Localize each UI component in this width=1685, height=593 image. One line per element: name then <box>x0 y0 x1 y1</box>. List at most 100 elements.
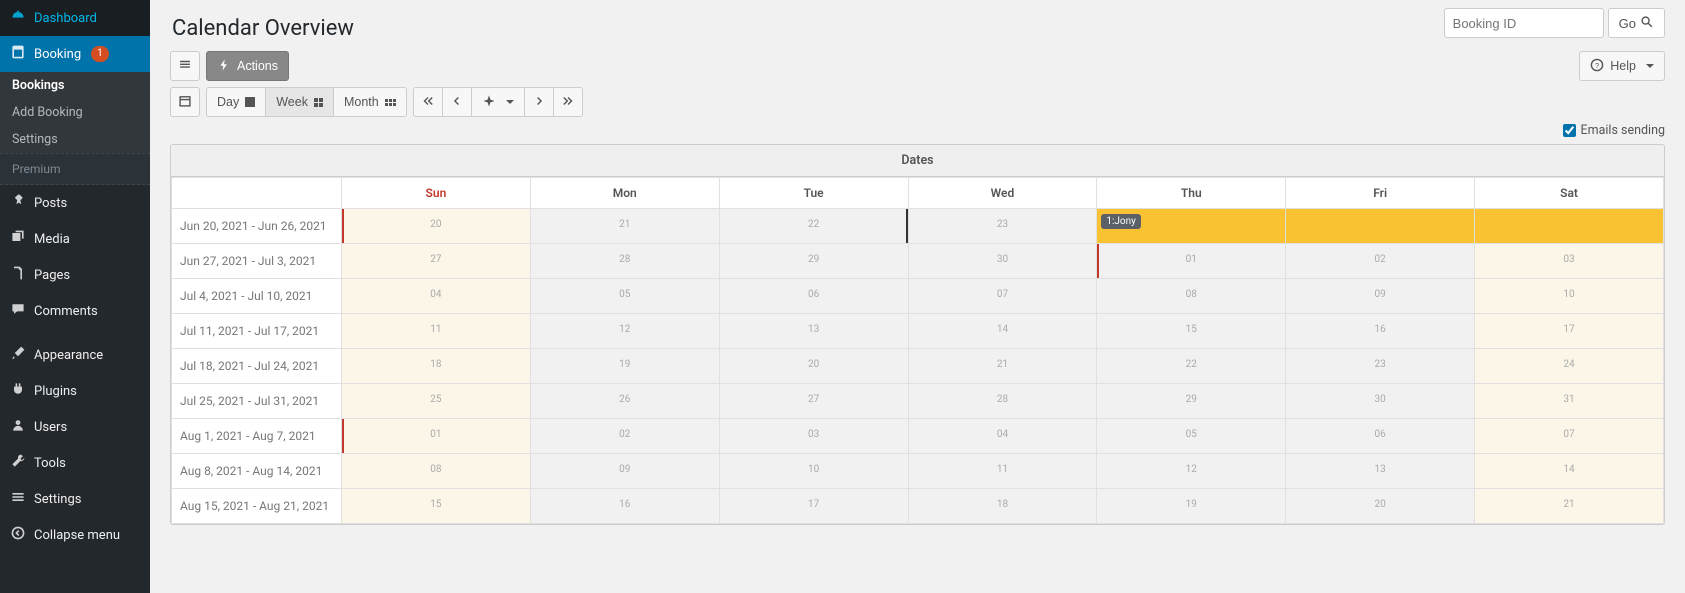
nav-next-button[interactable] <box>524 87 554 117</box>
calendar-day-cell[interactable]: 19 <box>1097 489 1286 524</box>
calendar-day-cell[interactable]: 13 <box>719 314 908 349</box>
help-button[interactable]: ?Help <box>1579 51 1665 81</box>
calendar-day-cell[interactable]: 09 <box>1286 279 1475 314</box>
calendar-day-cell[interactable]: 15 <box>342 489 531 524</box>
view-week-button[interactable]: Week <box>265 87 334 117</box>
calendar-day-cell[interactable]: 10 <box>1475 279 1664 314</box>
calendar-day-cell[interactable]: 13 <box>1286 454 1475 489</box>
sidebar-item-collapse[interactable]: Collapse menu <box>0 517 150 553</box>
sidebar-item-tools[interactable]: Tools <box>0 445 150 481</box>
actions-button[interactable]: Actions <box>206 51 289 81</box>
calendar-day-cell[interactable]: 16 <box>530 489 719 524</box>
sidebar-sub-settings[interactable]: Settings <box>0 126 150 153</box>
view-range-group: Day Week Month <box>206 87 407 117</box>
calendar-day-cell[interactable]: 11 <box>342 314 531 349</box>
calendar-day-cell[interactable]: 21 <box>908 349 1097 384</box>
list-view-button[interactable] <box>170 51 200 81</box>
calendar-day-cell[interactable]: 27 <box>342 244 531 279</box>
calendar-day-cell[interactable]: 09 <box>530 454 719 489</box>
view-month-button[interactable]: Month <box>333 87 407 117</box>
calendar-day-cell[interactable]: 26 <box>530 384 719 419</box>
sidebar-sub-bookings[interactable]: Bookings <box>0 72 150 99</box>
calendar-day-cell[interactable]: 23 <box>908 209 1097 244</box>
calendar-day-cell[interactable]: 12 <box>1097 454 1286 489</box>
calendar-day-cell[interactable]: 20 <box>719 349 908 384</box>
sidebar-item-booking[interactable]: Booking 1 <box>0 36 150 72</box>
calendar-week-row: Jun 27, 2021 - Jul 3, 202127282930010203 <box>172 244 1664 279</box>
calendar-day-cell[interactable]: 14 <box>908 314 1097 349</box>
sidebar-item-plugins[interactable]: Plugins <box>0 373 150 409</box>
sidebar-item-dashboard[interactable]: Dashboard <box>0 0 150 36</box>
calendar-day-cell[interactable]: 1:Jony <box>1097 209 1286 244</box>
calendar-day-cell[interactable]: 05 <box>530 279 719 314</box>
calendar-day-cell[interactable]: 07 <box>908 279 1097 314</box>
calendar-day-cell[interactable]: 01 <box>342 419 531 454</box>
calendar-day-cell[interactable]: 06 <box>1286 419 1475 454</box>
sidebar-item-pages[interactable]: Pages <box>0 257 150 293</box>
calendar-day-cell[interactable]: 18 <box>908 489 1097 524</box>
calendar-day-cell[interactable]: 11 <box>908 454 1097 489</box>
calendar-day-cell[interactable]: 03 <box>1475 244 1664 279</box>
calendar-day-cell[interactable]: 10 <box>719 454 908 489</box>
calendar-day-cell[interactable]: 31 <box>1475 384 1664 419</box>
calendar-day-cell[interactable]: 27 <box>719 384 908 419</box>
sidebar-item-comments[interactable]: Comments <box>0 293 150 329</box>
calendar-day-cell[interactable]: 04 <box>908 419 1097 454</box>
calendar-day-cell[interactable]: 25 <box>342 384 531 419</box>
nav-first-button[interactable] <box>413 87 443 117</box>
calendar-day-cell[interactable]: 16 <box>1286 314 1475 349</box>
booking-id-input[interactable] <box>1444 8 1604 38</box>
nav-last-button[interactable] <box>553 87 583 117</box>
calendar-day-cell[interactable]: 28 <box>908 384 1097 419</box>
calendar-day-cell[interactable]: 30 <box>908 244 1097 279</box>
calendar-day-cell[interactable]: 28 <box>530 244 719 279</box>
emails-sending-checkbox[interactable] <box>1563 124 1576 137</box>
calendar-day-cell[interactable]: 24 <box>1475 349 1664 384</box>
booking-pill[interactable]: 1:Jony <box>1101 214 1141 229</box>
calendar-day-cell[interactable]: 04 <box>342 279 531 314</box>
calendar-day-cell[interactable]: 21 <box>530 209 719 244</box>
calendar-day-cell[interactable]: 08 <box>342 454 531 489</box>
calendar-day-cell[interactable]: 17 <box>719 489 908 524</box>
sidebar-item-media[interactable]: Media <box>0 221 150 257</box>
calendar-day-cell[interactable]: 07 <box>1475 419 1664 454</box>
calendar-day-cell[interactable]: 15 <box>1097 314 1286 349</box>
calendar-day-cell[interactable]: 30 <box>1286 384 1475 419</box>
calendar-day-cell[interactable]: 01 <box>1097 244 1286 279</box>
day-number: 03 <box>1475 244 1663 265</box>
svg-text:?: ? <box>1595 60 1599 69</box>
calendar-view-button[interactable] <box>170 87 200 117</box>
day-number: 14 <box>909 314 1097 335</box>
calendar-day-cell[interactable]: 22 <box>1097 349 1286 384</box>
sidebar-item-posts[interactable]: Posts <box>0 185 150 221</box>
calendar-day-cell[interactable]: 19 <box>530 349 719 384</box>
calendar-day-cell[interactable]: 02 <box>530 419 719 454</box>
calendar-day-cell[interactable]: 29 <box>719 244 908 279</box>
calendar-day-cell[interactable]: 03 <box>719 419 908 454</box>
day-number: 07 <box>1475 419 1663 440</box>
view-day-button[interactable]: Day <box>206 87 266 117</box>
calendar-day-cell[interactable]: 22 <box>719 209 908 244</box>
calendar-day-cell[interactable]: 20 <box>342 209 531 244</box>
calendar-day-cell[interactable]: 20 <box>1286 489 1475 524</box>
sidebar-item-settings[interactable]: Settings <box>0 481 150 517</box>
sidebar-sub-add-booking[interactable]: Add Booking <box>0 99 150 126</box>
calendar-day-cell[interactable]: 08 <box>1097 279 1286 314</box>
calendar-day-cell[interactable] <box>1475 209 1664 244</box>
calendar-day-cell[interactable]: 29 <box>1097 384 1286 419</box>
calendar-day-cell[interactable]: 06 <box>719 279 908 314</box>
calendar-day-cell[interactable]: 23 <box>1286 349 1475 384</box>
calendar-day-cell[interactable]: 02 <box>1286 244 1475 279</box>
nav-today-button[interactable] <box>471 87 525 117</box>
calendar-day-cell[interactable]: 18 <box>342 349 531 384</box>
sidebar-item-users[interactable]: Users <box>0 409 150 445</box>
calendar-day-cell[interactable]: 05 <box>1097 419 1286 454</box>
nav-prev-button[interactable] <box>442 87 472 117</box>
calendar-day-cell[interactable]: 12 <box>530 314 719 349</box>
sidebar-item-appearance[interactable]: Appearance <box>0 337 150 373</box>
calendar-day-cell[interactable]: 17 <box>1475 314 1664 349</box>
calendar-day-cell[interactable]: 14 <box>1475 454 1664 489</box>
calendar-day-cell[interactable] <box>1286 209 1475 244</box>
go-button[interactable]: Go <box>1608 8 1665 38</box>
calendar-day-cell[interactable]: 21 <box>1475 489 1664 524</box>
